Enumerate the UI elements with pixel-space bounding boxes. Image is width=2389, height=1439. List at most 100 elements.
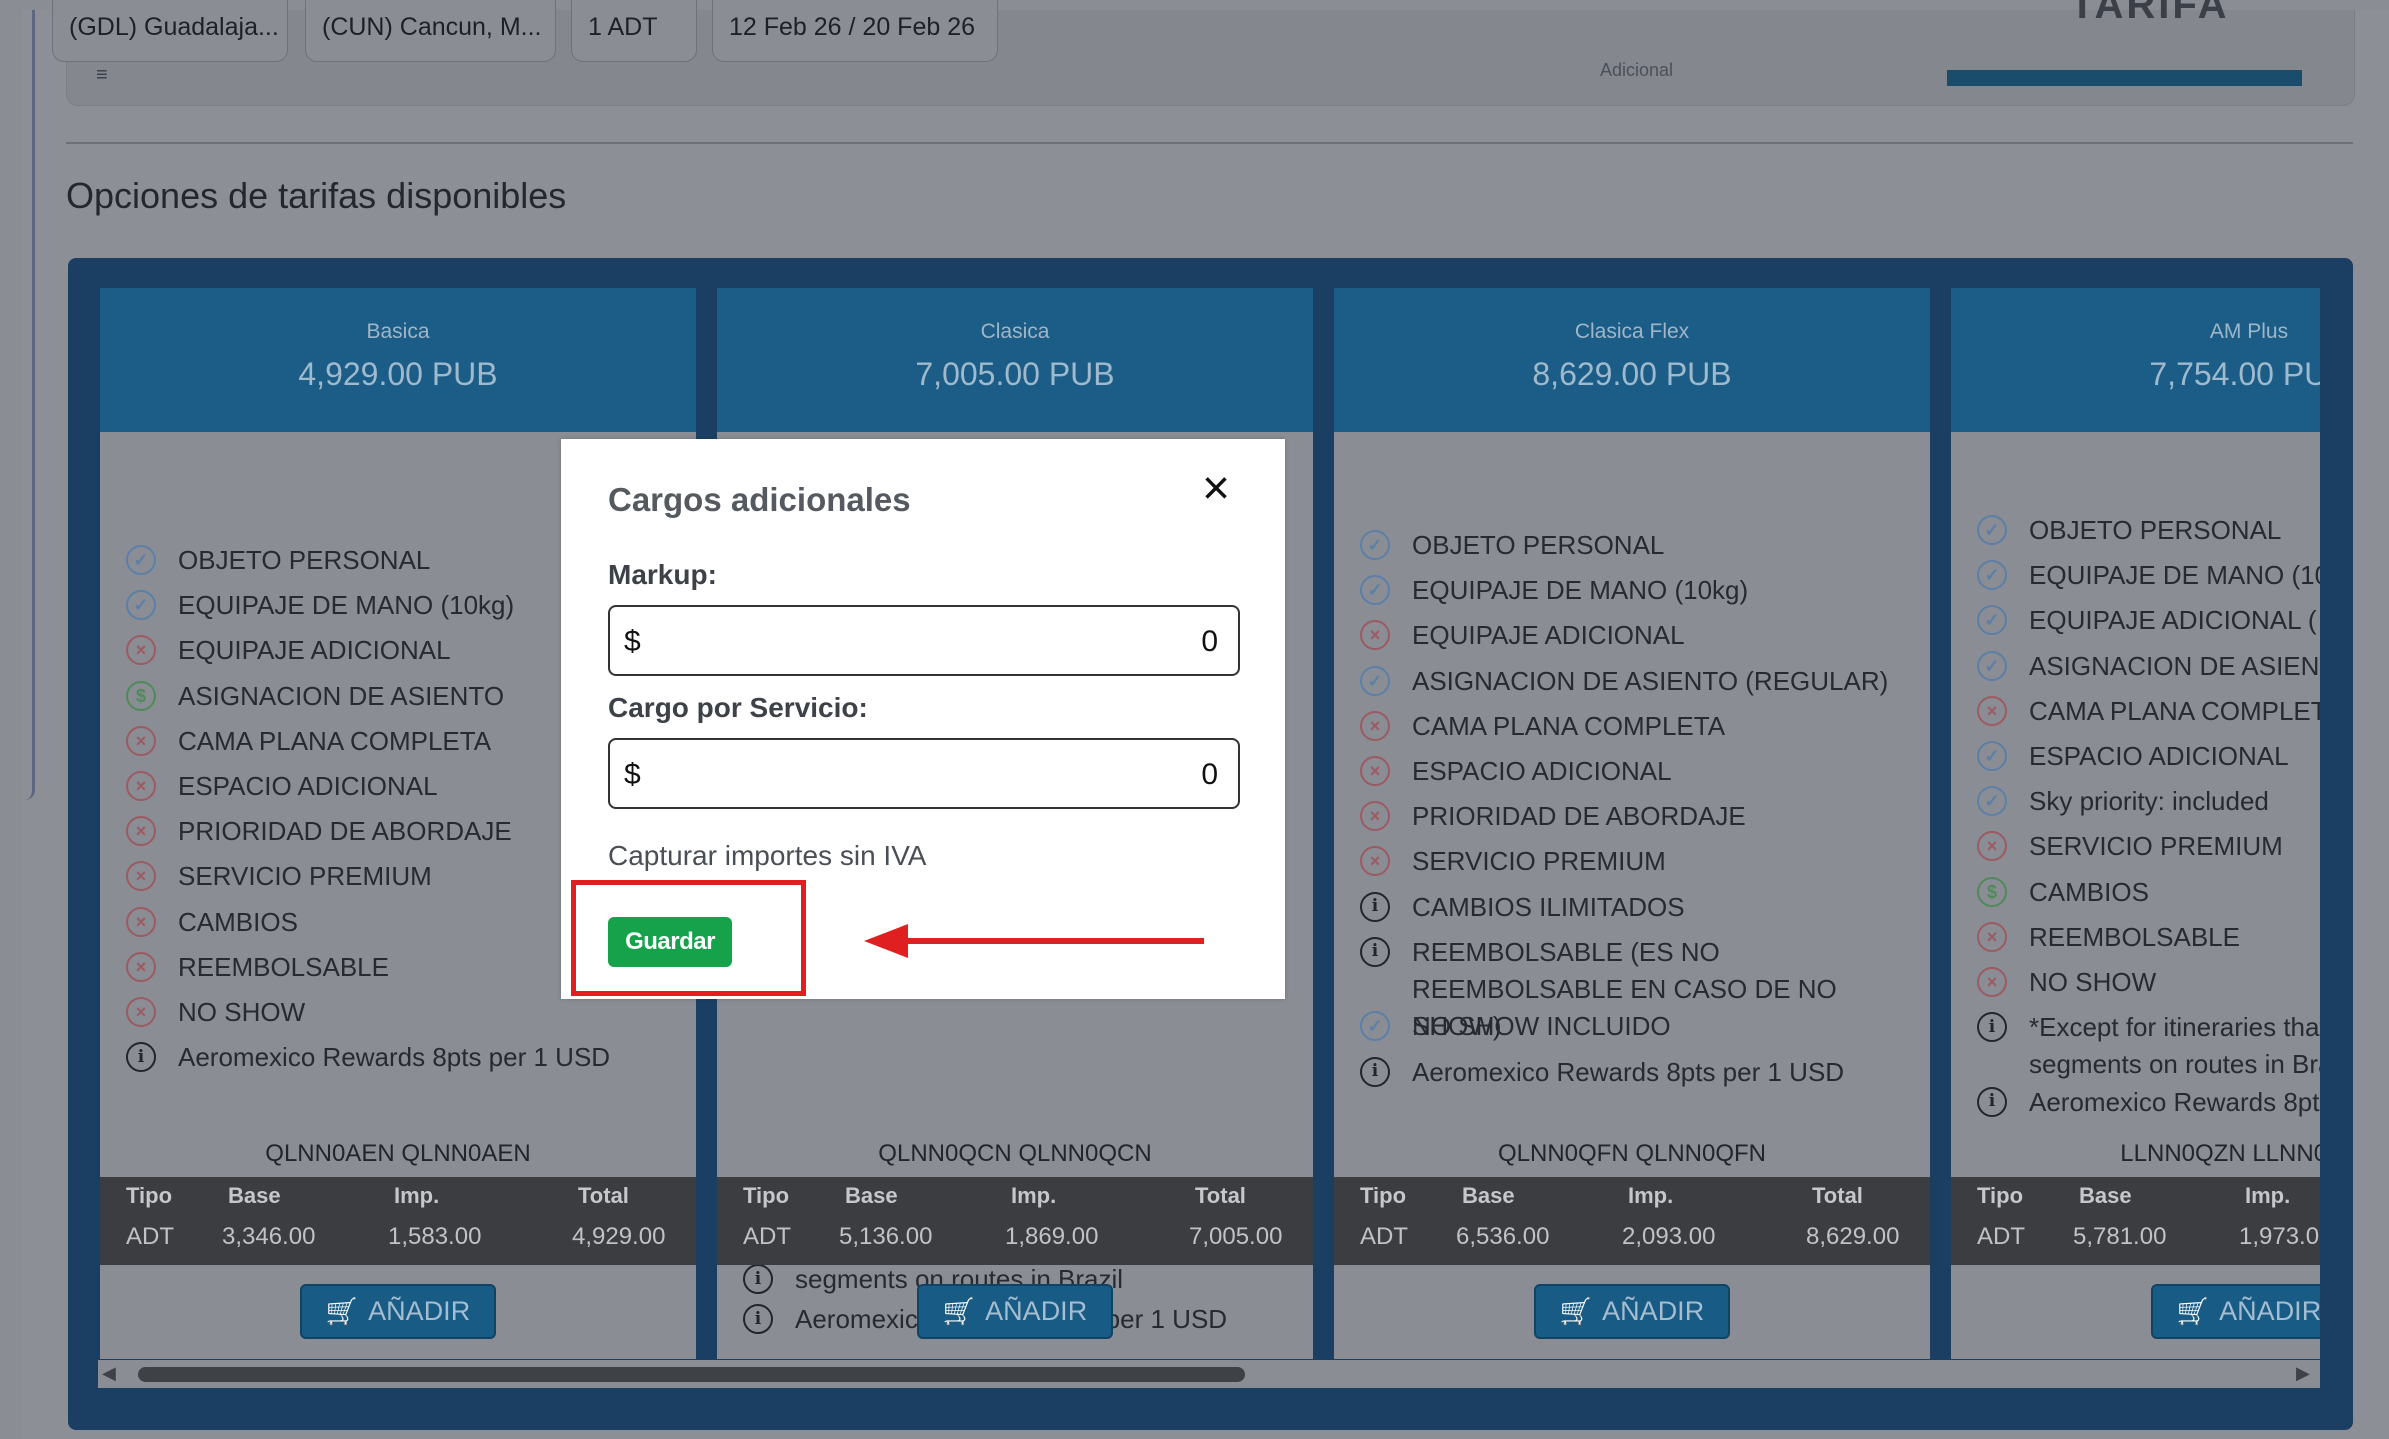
fare-feature-label: ASIGNACION DE ASIENTO (2029, 650, 2320, 681)
check-circle-icon: ✓ (1977, 741, 2007, 771)
price-breakdown-table: Tipo Base Imp. Total ADT 6,536.00 2,093.00 8,62… (1334, 1177, 1930, 1265)
fare-feature-label: NO SHOW (178, 997, 306, 1027)
info-circle-icon: i (1360, 936, 1390, 967)
add-button-label: AÑADIR (1602, 1296, 1705, 1326)
x-circle-icon: × (1977, 921, 2007, 952)
price-breakdown-table: Tipo Base Imp. Total ADT 3,346.00 1,583.00 4,92… (100, 1177, 696, 1265)
fare-feature-label: OBJETO PERSONAL (178, 545, 431, 575)
table-cell: 5,136.00 (839, 1223, 933, 1250)
fare-feature-label: SERVICIO PREMIUM (178, 861, 432, 892)
x-circle-icon: × (1360, 756, 1390, 786)
scroll-right-icon[interactable]: ▶ (2296, 1363, 2310, 1384)
section-title: Opciones de tarifas disponibles (66, 175, 567, 216)
fare-feature: × EQUIPAJE ADICIONAL (126, 632, 451, 669)
fare-feature-label: CAMBIOS (178, 906, 298, 937)
dollar-circle-icon: $ (1977, 876, 2007, 907)
fare-feature: × SERVICIO PREMIUM (1360, 843, 1666, 880)
table-header-cell: Tipo (743, 1183, 790, 1208)
fare-feature: ✓ Sky priority: included (1977, 783, 2269, 820)
x-circle-icon: × (1360, 620, 1390, 651)
markup-field[interactable]: $ (608, 605, 1240, 676)
fare-feature: ✓ ESPACIO ADICIONAL (1977, 738, 2289, 775)
tab-dates[interactable]: 12 Feb 26 / 20 Feb 26 (712, 0, 998, 62)
fare-feature-label: Aeromexico Rewards 8pts per 1 USD (1412, 1056, 1845, 1087)
scroll-left-icon[interactable]: ◀ (102, 1363, 116, 1384)
fare-feature-label: REEMBOLSABLE (2029, 921, 2240, 952)
x-circle-icon: × (126, 771, 156, 801)
fare-price: 8,629.00 PUB (1532, 356, 1732, 392)
fare-feature-label: *Except for itineraries that include seg… (2029, 1012, 2320, 1080)
service-charge-field[interactable]: $ (608, 738, 1240, 809)
table-cell: 1,869.00 (1005, 1223, 1099, 1250)
table-header-row: Tipo Base Imp. Total (1334, 1183, 1930, 1223)
x-circle-icon: × (1977, 967, 2007, 997)
check-circle-icon: ✓ (1977, 605, 2007, 636)
fare-code: QLNN0QFN QLNN0QFN (1497, 1140, 1767, 1167)
tab-passengers[interactable]: 1 ADT (571, 0, 697, 62)
fare-feature-label: CAMBIOS ILIMITADOS (1412, 891, 1685, 922)
fare-feature: ✓ OBJETO PERSONAL (126, 542, 430, 579)
tab-origin[interactable]: (GDL) Guadalaja... (52, 0, 288, 62)
fare-feature-label: EQUIPAJE ADICIONAL (178, 635, 451, 666)
table-cell: 2,093.00 (1622, 1223, 1716, 1250)
table-header-cell: Base (2079, 1183, 2132, 1208)
check-circle-icon: ✓ (1977, 650, 2007, 681)
scroll-thumb[interactable] (138, 1367, 1245, 1382)
table-row: ADT 5,781.00 1,973.00 (1951, 1223, 2320, 1263)
table-header-cell: Total (1812, 1183, 1863, 1208)
fare-feature: ✓ OBJETO PERSONAL (1360, 527, 1664, 564)
fare-feature: × ESPACIO ADICIONAL (126, 768, 438, 805)
fare-feature-label: EQUIPAJE ADICIONAL (1412, 620, 1685, 651)
fare-feature: ✓ EQUIPAJE ADICIONAL ( 1 (1977, 602, 2320, 639)
check-circle-icon: ✓ (126, 545, 156, 575)
markup-input[interactable] (650, 617, 1220, 667)
add-fare-button[interactable]: 🛒 AÑADIR (300, 1284, 496, 1339)
fare-feature-label: EQUIPAJE DE MANO (10kg) (178, 590, 515, 621)
fare-feature-label: NO SHOW INCLUIDO (1412, 1011, 1671, 1042)
table-header-cell: Total (578, 1183, 629, 1208)
close-icon[interactable]: × (1196, 465, 1236, 513)
x-circle-icon: × (126, 997, 156, 1027)
tarifa-heading: TARIFA (2070, 0, 2230, 22)
fare-feature: ✓ EQUIPAJE DE MANO (10kg) (126, 587, 514, 624)
fare-feature-label: ASIGNACION DE ASIENTO (178, 680, 505, 711)
add-fare-button[interactable]: 🛒 AÑADIR (2151, 1284, 2320, 1339)
fare-feature-label: CAMA PLANA COMPLETA (2029, 695, 2320, 726)
table-cell: 5,781.00 (2073, 1223, 2167, 1250)
service-charge-label: Cargo por Servicio: (608, 692, 868, 723)
fare-feature: × REEMBOLSABLE (126, 949, 389, 986)
price-breakdown-table: TipoBaseImp.TotalADT5,781.001,973.00 (1951, 1177, 2320, 1265)
table-cell: ADT (126, 1223, 174, 1250)
service-charge-input[interactable] (650, 750, 1220, 800)
cart-icon: 🛒 (1559, 1296, 1593, 1327)
add-button-label: AÑADIR (985, 1296, 1088, 1326)
add-button-label: AÑADIR (368, 1296, 471, 1326)
x-circle-icon: × (126, 861, 156, 892)
fare-feature-label: CAMBIOS (2029, 876, 2149, 907)
add-fare-button[interactable]: 🛒 AÑADIR (1534, 1284, 1730, 1339)
table-row: ADT 5,136.00 1,869.00 7,005.00 (717, 1223, 1313, 1263)
table-cell: ADT (1977, 1223, 2025, 1250)
info-circle-icon: i (743, 1304, 773, 1334)
fare-feature-label: CAMA PLANA COMPLETA (1412, 710, 1726, 741)
fare-feature: i Aeromexico Rewards 8pts per 1 USD (126, 1039, 610, 1076)
add-fare-button[interactable]: 🛒 AÑADIR (917, 1284, 1113, 1339)
fare-code: LLNN0QZN LLNN0QZN (2120, 1140, 2320, 1167)
check-circle-icon: ✓ (1360, 665, 1390, 696)
check-circle-icon: ✓ (1360, 530, 1390, 560)
fare-feature-label: ESPACIO ADICIONAL (1412, 756, 1672, 786)
table-header-cell: Imp. (2245, 1183, 2291, 1208)
fare-feature: × NO SHOW (1977, 964, 2156, 1001)
search-button[interactable] (1947, 70, 2302, 86)
fare-feature: × SERVICIO PREMIUM (1977, 828, 2283, 865)
tab-destination[interactable]: (CUN) Cancun, M... (305, 0, 556, 62)
fare-feature-label: SERVICIO PREMIUM (1412, 846, 1666, 877)
fare-feature: $ CAMBIOS (1977, 874, 2149, 911)
info-circle-icon: i (1360, 1056, 1390, 1087)
x-circle-icon: × (1360, 846, 1390, 877)
table-header-cell: Imp. (1628, 1183, 1674, 1208)
horizontal-scrollbar[interactable]: ◀ ▶ (98, 1360, 2320, 1388)
table-header-cell: Base (845, 1183, 898, 1208)
table-cell: 4,929.00 (572, 1223, 666, 1250)
fare-code: QLNN0AEN QLNN0AEN (265, 1140, 531, 1167)
